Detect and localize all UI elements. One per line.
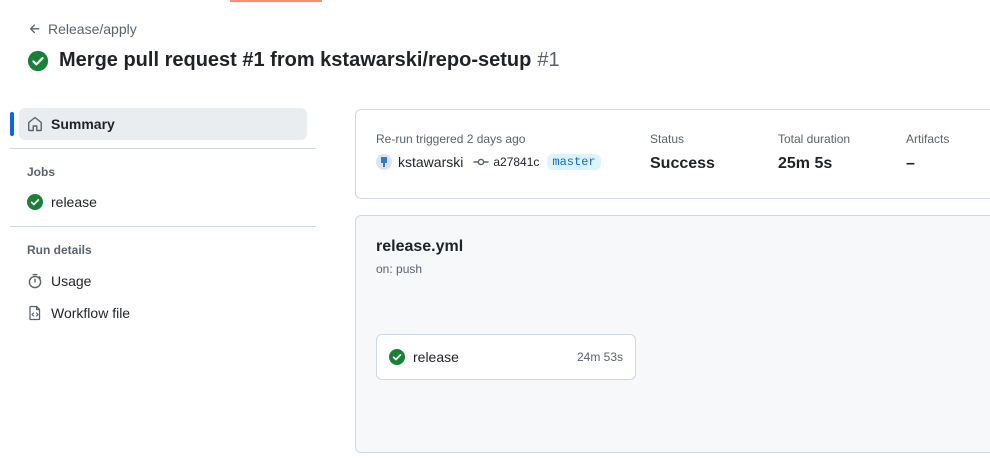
file-code-icon: [29, 305, 41, 321]
stopwatch-icon: [28, 273, 42, 289]
user-avatar-icon: [381, 157, 387, 167]
sidebar-item-label: Workflow file: [51, 305, 131, 321]
sidebar-item-label: release: [51, 194, 97, 210]
sidebar-item-label: Summary: [51, 116, 115, 132]
sidebar-item-usage[interactable]: Usage: [10, 265, 316, 297]
active-tab-underline: [230, 0, 322, 2]
arrow-left-icon: [29, 24, 40, 34]
trigger-info: Re-run triggered 2 days ago kstawarski a…: [376, 132, 601, 170]
back-link[interactable]: Release/apply: [28, 21, 137, 37]
commit-sha: a27841c: [493, 155, 540, 169]
run-details-heading: Run details: [27, 243, 92, 257]
workflow-trigger: on: push: [376, 262, 423, 276]
duration-label: Total duration: [778, 132, 851, 146]
duration-value: 25m 5s: [778, 155, 833, 172]
divider: [10, 148, 316, 149]
check-circle-fill-icon: [389, 349, 405, 365]
back-link-label: Release/apply: [48, 21, 137, 37]
workflow-file-name[interactable]: release.yml: [376, 238, 463, 256]
check-circle-fill-icon: [27, 50, 49, 71]
branch-badge[interactable]: master: [547, 154, 601, 170]
job-name: release: [413, 349, 459, 365]
run-number: #1: [537, 49, 560, 71]
status-label: Status: [650, 132, 685, 146]
status-info: Status Success: [650, 132, 715, 173]
job-node-release[interactable]: release 24m 53s: [376, 334, 636, 380]
artifacts-info: Artifacts –: [906, 132, 949, 173]
check-circle-fill-icon: [27, 194, 43, 210]
sidebar-item-summary[interactable]: Summary: [10, 108, 307, 140]
actor-link[interactable]: kstawarski: [398, 154, 463, 170]
artifacts-label: Artifacts: [906, 132, 950, 146]
sidebar: Summary Jobs release Run details Usage W…: [10, 108, 316, 329]
jobs-heading: Jobs: [27, 165, 56, 179]
sidebar-item-label: Usage: [51, 273, 92, 289]
git-commit-icon: [473, 158, 490, 166]
page-title: Merge pull request #1 from kstawarski/re…: [27, 49, 560, 72]
workflow-graph: release.yml on: push release 24m 53s: [355, 215, 990, 453]
commit-link[interactable]: a27841c: [473, 154, 539, 170]
duration-info: Total duration 25m 5s: [778, 132, 850, 173]
home-icon: [28, 116, 42, 132]
sidebar-item-job-release[interactable]: release: [10, 186, 316, 218]
avatar[interactable]: [376, 154, 392, 170]
run-summary-card: Re-run triggered 2 days ago kstawarski a…: [355, 109, 990, 199]
run-title: Merge pull request #1 from kstawarski/re…: [59, 49, 532, 71]
job-duration: 24m 53s: [576, 350, 623, 364]
sidebar-item-workflow-file[interactable]: Workflow file: [10, 297, 316, 329]
trigger-label: Re-run triggered 2 days ago: [376, 132, 526, 146]
artifacts-value: –: [906, 155, 915, 172]
divider: [10, 226, 316, 227]
active-indicator: [10, 112, 14, 136]
status-value: Success: [650, 155, 715, 172]
